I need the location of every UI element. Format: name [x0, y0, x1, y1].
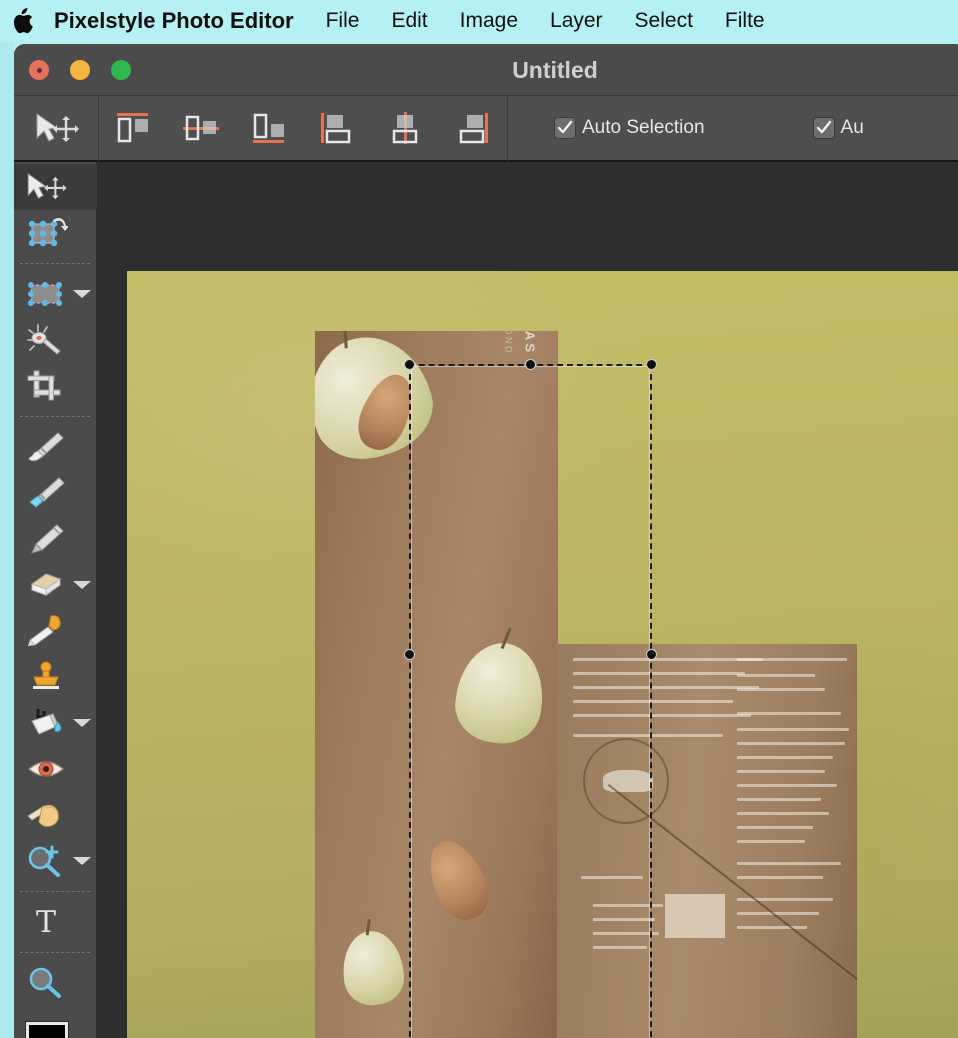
tool-options-bar: Auto Selection Au — [14, 95, 958, 162]
align-top-edges[interactable] — [99, 95, 167, 161]
magic-wand-icon — [22, 319, 70, 361]
application-window: Untitled Auto Selection Au T — [14, 44, 958, 1038]
move-tool[interactable] — [14, 164, 97, 210]
align-vertical-centers[interactable] — [167, 95, 235, 161]
paintbrush-icon — [22, 426, 70, 468]
selection-handle-top-center[interactable] — [525, 359, 536, 370]
align-buttons-group — [99, 95, 507, 161]
eye-icon — [22, 748, 70, 790]
chevron-down-icon[interactable] — [73, 290, 91, 298]
align-right-edges[interactable] — [439, 95, 507, 161]
selection-handle-top-right[interactable] — [646, 359, 657, 370]
selection-handle-middle-right[interactable] — [646, 649, 657, 660]
paint-bucket-icon — [22, 702, 70, 744]
selection-handle-middle-left[interactable] — [404, 649, 415, 660]
brush-tool[interactable] — [14, 470, 97, 516]
magnifier-icon — [22, 962, 70, 1004]
apple-logo-icon[interactable] — [10, 5, 36, 37]
brush-icon — [22, 472, 70, 514]
eyedropper-icon — [22, 610, 70, 652]
checkmark-icon — [554, 117, 576, 139]
checkmark-icon-2 — [812, 117, 835, 139]
pear-illustration-3 — [339, 928, 407, 1008]
marquee-icon — [22, 273, 70, 315]
crop-icon — [22, 365, 70, 407]
transform-icon — [22, 212, 70, 254]
eraser-icon — [22, 564, 70, 606]
rectangular-marquee-tool[interactable] — [14, 271, 97, 317]
align-left-edges[interactable] — [303, 95, 371, 161]
text-tool[interactable]: T — [14, 899, 97, 945]
menu-item-file[interactable]: File — [326, 9, 360, 33]
eraser-tool[interactable] — [14, 562, 97, 608]
menu-item-image[interactable]: Image — [460, 9, 518, 33]
chevron-down-icon-eraser[interactable] — [73, 581, 91, 589]
menu-item-layer[interactable]: Layer — [550, 9, 603, 33]
toolbar-checkbox-group: Auto Selection Au — [508, 117, 958, 139]
menu-item-edit[interactable]: Edit — [391, 9, 427, 33]
auto-selection-checkbox[interactable]: Auto Selection — [554, 117, 705, 139]
screen-root: Pixelstyle Photo Editor File Edit Image … — [0, 0, 958, 1038]
tool-separator-3 — [20, 891, 90, 892]
work-area: T — [14, 162, 958, 1038]
chevron-down-icon-bucket[interactable] — [73, 719, 91, 727]
flavor-sub-text: PEAR AND ALMOND — [504, 331, 514, 355]
product-packaging-photo[interactable]: Jubilen PERA & AMÊNDOAS PEAR AND ALMOND — [127, 271, 958, 1038]
text-T-icon: T — [22, 901, 70, 943]
eyedropper-tool[interactable] — [14, 608, 97, 654]
pencil-tool[interactable] — [14, 516, 97, 562]
auto-selection-label: Auto Selection — [582, 117, 705, 138]
canvas-viewport[interactable]: Jubilen PERA & AMÊNDOAS PEAR AND ALMOND — [97, 162, 958, 1038]
svg-text:T: T — [36, 905, 56, 939]
tool-separator-1 — [20, 263, 90, 264]
magic-wand-tool[interactable] — [14, 317, 97, 363]
menu-app-name[interactable]: Pixelstyle Photo Editor — [54, 8, 294, 34]
tool-palette: T — [14, 162, 97, 1038]
move-arrow-icon — [22, 166, 70, 208]
align-bottom-edges[interactable] — [235, 95, 303, 161]
magnifier-plus-icon — [22, 840, 70, 882]
window-title-bar: Untitled — [14, 44, 958, 96]
foreground-color-swatch[interactable] — [26, 1022, 68, 1038]
hand-smudge-icon — [22, 794, 70, 836]
move-tool-icon — [14, 95, 98, 161]
paintbrush-tool[interactable] — [14, 424, 97, 470]
zoom-in-tool[interactable] — [14, 838, 97, 884]
window-title: Untitled — [512, 56, 598, 83]
red-eye-tool[interactable] — [14, 746, 97, 792]
loupe-tool[interactable] — [14, 960, 97, 1006]
marching-ants-selection[interactable] — [404, 359, 657, 1038]
align-horizontal-centers[interactable] — [371, 95, 439, 161]
menu-item-filter[interactable]: Filte — [725, 9, 765, 33]
chevron-down-icon-zoom[interactable] — [73, 857, 91, 865]
flavor-line-text: PERA & AMÊNDOAS — [523, 331, 538, 355]
crop-tool[interactable] — [14, 363, 97, 409]
selection-handle-top-left[interactable] — [404, 359, 415, 370]
tool-separator-2 — [20, 416, 90, 417]
color-swatches[interactable] — [26, 1022, 92, 1038]
stamp-icon — [22, 656, 70, 698]
transform-tool[interactable] — [14, 210, 97, 256]
macos-menu-bar: Pixelstyle Photo Editor File Edit Image … — [0, 0, 958, 42]
menu-item-select[interactable]: Select — [635, 9, 693, 33]
auto-second-checkbox[interactable]: Au — [812, 117, 864, 139]
pencil-icon — [22, 518, 70, 560]
clone-stamp-tool[interactable] — [14, 654, 97, 700]
paint-bucket-tool[interactable] — [14, 700, 97, 746]
smudge-tool[interactable] — [14, 792, 97, 838]
desktop-background — [0, 42, 14, 1038]
auto-second-label: Au — [840, 117, 864, 138]
tool-separator-4 — [20, 952, 90, 953]
